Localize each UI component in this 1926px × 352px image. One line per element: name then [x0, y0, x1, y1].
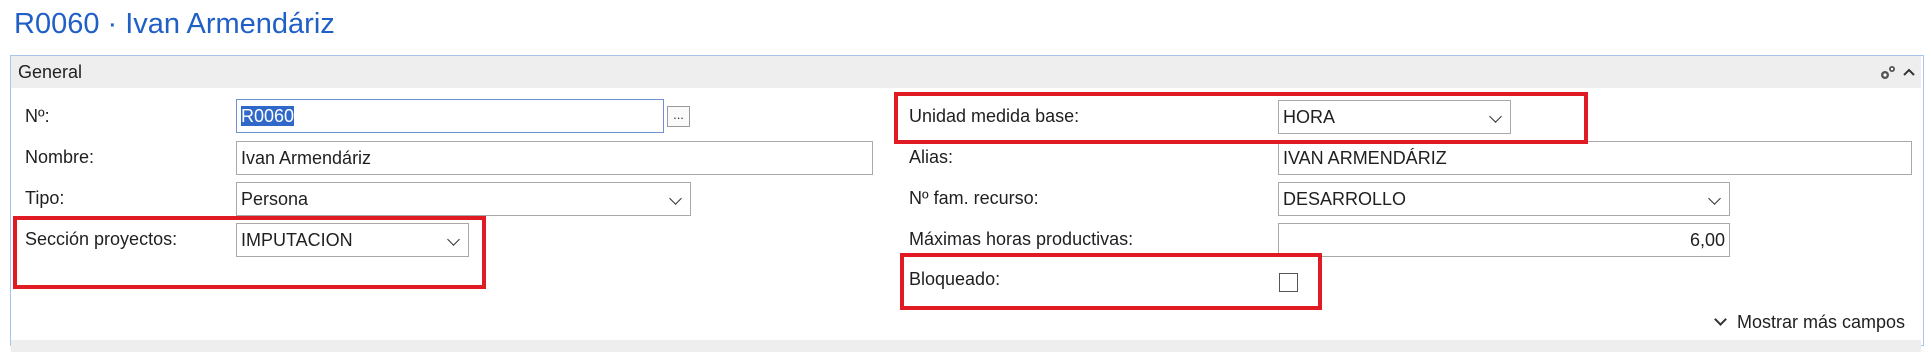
- fam-dropdown[interactable]: DESARROLLO: [1278, 182, 1730, 216]
- alias-input[interactable]: IVAN ARMENDÁRIZ: [1278, 141, 1912, 175]
- horas-label: Máximas horas productivas:: [909, 229, 1134, 249]
- nombre-input[interactable]: Ivan Armendáriz: [236, 141, 873, 175]
- nombre-label: Nombre:: [25, 147, 95, 167]
- no-assist-button[interactable]: ...: [667, 106, 690, 127]
- highlight-unidad: [894, 92, 1588, 144]
- section-header[interactable]: [11, 56, 1921, 88]
- tipo-value: Persona: [241, 189, 309, 209]
- chevron-down-icon: [1714, 313, 1727, 326]
- no-input[interactable]: R0060: [236, 99, 664, 133]
- no-label: Nº:: [25, 106, 50, 126]
- alias-label: Alias:: [909, 147, 954, 167]
- section-title[interactable]: General: [18, 62, 82, 83]
- fam-label: Nº fam. recurso:: [909, 188, 1039, 208]
- gear-icon[interactable]: [1878, 63, 1898, 83]
- section-footer: [11, 340, 1921, 352]
- tipo-label: Tipo:: [25, 188, 65, 208]
- highlight-bloqueado: [900, 253, 1322, 310]
- chevron-down-icon: [1708, 192, 1721, 205]
- chevron-down-icon: [669, 192, 682, 205]
- no-value: R0060: [241, 106, 295, 126]
- tipo-dropdown[interactable]: Persona: [236, 182, 691, 216]
- chevron-up-icon[interactable]: [1902, 66, 1916, 78]
- show-more-label: Mostrar más campos: [1737, 312, 1906, 332]
- horas-input[interactable]: 6,00: [1278, 223, 1730, 257]
- show-more-fields-link[interactable]: Mostrar más campos: [1714, 312, 1906, 333]
- page-title: R0060 · Ivan Armendáriz: [14, 8, 335, 40]
- highlight-seccion: [13, 216, 486, 289]
- fam-value: DESARROLLO: [1283, 189, 1407, 209]
